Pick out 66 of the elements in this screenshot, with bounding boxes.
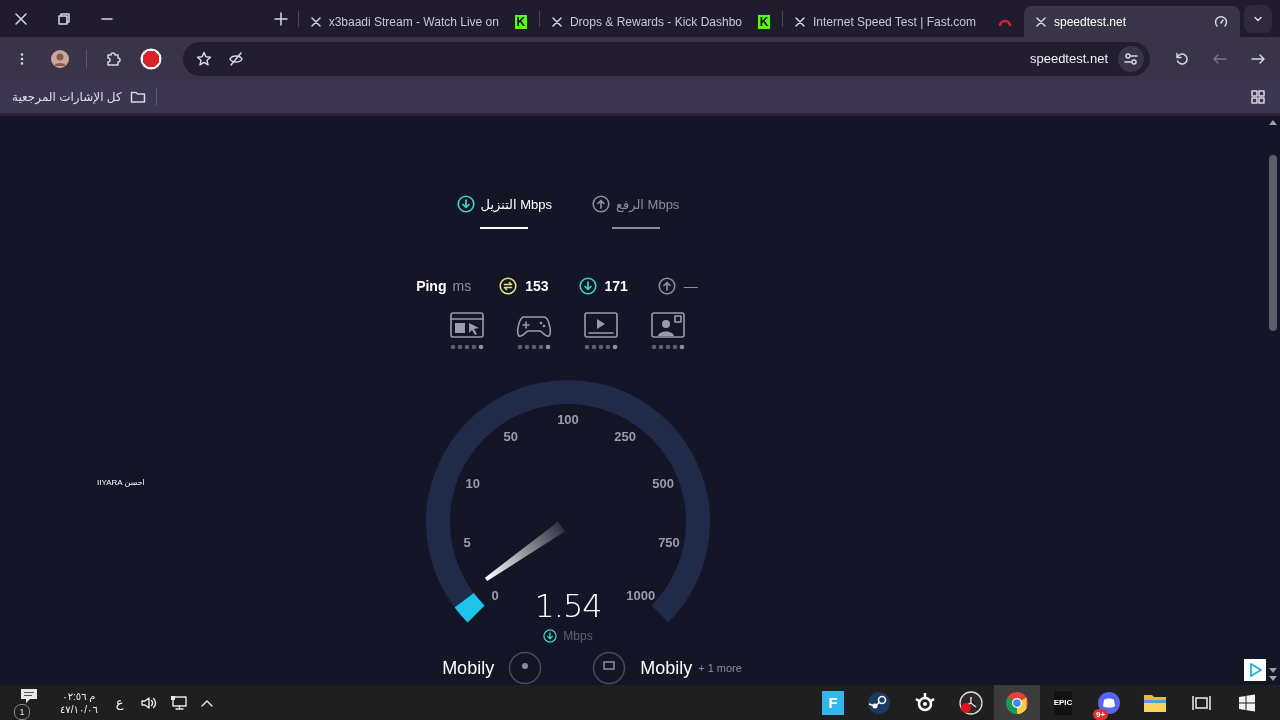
browser-tab[interactable]: Internet Speed Test | Fast.com — [783, 6, 1024, 37]
download-icon — [578, 277, 597, 295]
chat-icon[interactable] — [1097, 690, 1121, 715]
gauge-tick-label: 10 — [465, 475, 481, 491]
gauge-fill — [454, 592, 485, 623]
language-indicator[interactable]: ع — [115, 695, 124, 710]
browser-window-icon — [449, 311, 486, 350]
browser-tab[interactable]: x3baadi Stream - Watch Live on K — [298, 6, 539, 37]
gauge-tick-label: 250 — [614, 429, 637, 445]
folder-icon — [129, 89, 146, 104]
message-icon[interactable] — [18, 687, 40, 704]
gauge-tick-label: 500 — [652, 475, 675, 491]
url-text[interactable]: speedtest.net — [1029, 51, 1108, 66]
close-tab-icon[interactable] — [1036, 16, 1046, 27]
volume-icon[interactable] — [139, 694, 158, 711]
caret-down-icon[interactable] — [1268, 665, 1278, 675]
gauge-tick-label: 1000 — [626, 587, 656, 603]
clock-date[interactable]: ٤٧/١٠/٠٦ — [60, 702, 98, 716]
notification-badge: 9+ — [1093, 708, 1109, 720]
result-tab[interactable]: الرفع Mbps — [592, 195, 680, 229]
ping-label: Ping — [416, 278, 447, 294]
browser-icon[interactable] — [1005, 690, 1029, 715]
provider-name: Mobily — [442, 657, 495, 679]
notification-count: 1 — [14, 703, 30, 720]
server-icon[interactable] — [592, 651, 627, 685]
browser-tab[interactable]: Drops & Rewards - Kick Dashbo K — [539, 6, 782, 37]
clock-time[interactable]: م ٠٢:٥٦ — [62, 689, 96, 703]
favicon: K — [514, 14, 527, 29]
upload-icon — [592, 195, 611, 213]
speed-value: 1.54 — [534, 589, 602, 623]
latency-value: 171 — [604, 278, 628, 294]
latency-icon — [499, 277, 518, 295]
stop-sign-icon[interactable] — [139, 46, 163, 71]
download-icon — [456, 195, 475, 213]
upload-icon — [657, 277, 676, 295]
speed-unit: Mbps — [563, 629, 593, 643]
latency-value: — — [683, 278, 698, 294]
download-icon — [543, 629, 558, 643]
scrollbar-thumb[interactable] — [1269, 155, 1277, 331]
close-tab-icon[interactable] — [795, 16, 805, 27]
gauge-tick-label: 5 — [463, 535, 471, 551]
ping-unit: ms — [452, 278, 472, 294]
browser-tab[interactable]: speedtest.net — [1024, 6, 1240, 37]
result-tab[interactable]: التنزيل Mbps — [456, 195, 553, 229]
windows-logo-icon[interactable] — [1238, 693, 1256, 712]
address-bar[interactable]: speedtest.net — [183, 41, 1150, 76]
side-label: IIYARA احسن — [97, 478, 145, 487]
network-icon[interactable] — [169, 694, 188, 711]
video-player-icon — [583, 311, 620, 350]
more-link[interactable]: + 1 more — [698, 662, 742, 674]
close-tab-icon[interactable] — [310, 16, 321, 27]
gauge-tick-label: 50 — [503, 429, 519, 445]
gauge-tick-label: 0 — [491, 587, 499, 603]
gauge-tick-label: 750 — [658, 535, 680, 551]
close-tab-icon[interactable] — [551, 16, 562, 27]
tune-icon[interactable] — [1118, 45, 1144, 72]
provider-name: Mobily — [640, 657, 693, 679]
bookmark-folder[interactable]: كل الإشارات المرجعية — [12, 89, 146, 104]
recording-icon[interactable] — [959, 690, 983, 715]
latency-value: 153 — [525, 278, 549, 294]
new-tab-icon[interactable] — [271, 9, 290, 28]
app-tile[interactable]: EPIC — [1054, 690, 1072, 715]
video-call-icon — [650, 311, 687, 350]
gauge-tick-label: 100 — [557, 412, 579, 427]
gauge-icon — [1214, 14, 1228, 29]
favicon: K — [758, 14, 770, 29]
